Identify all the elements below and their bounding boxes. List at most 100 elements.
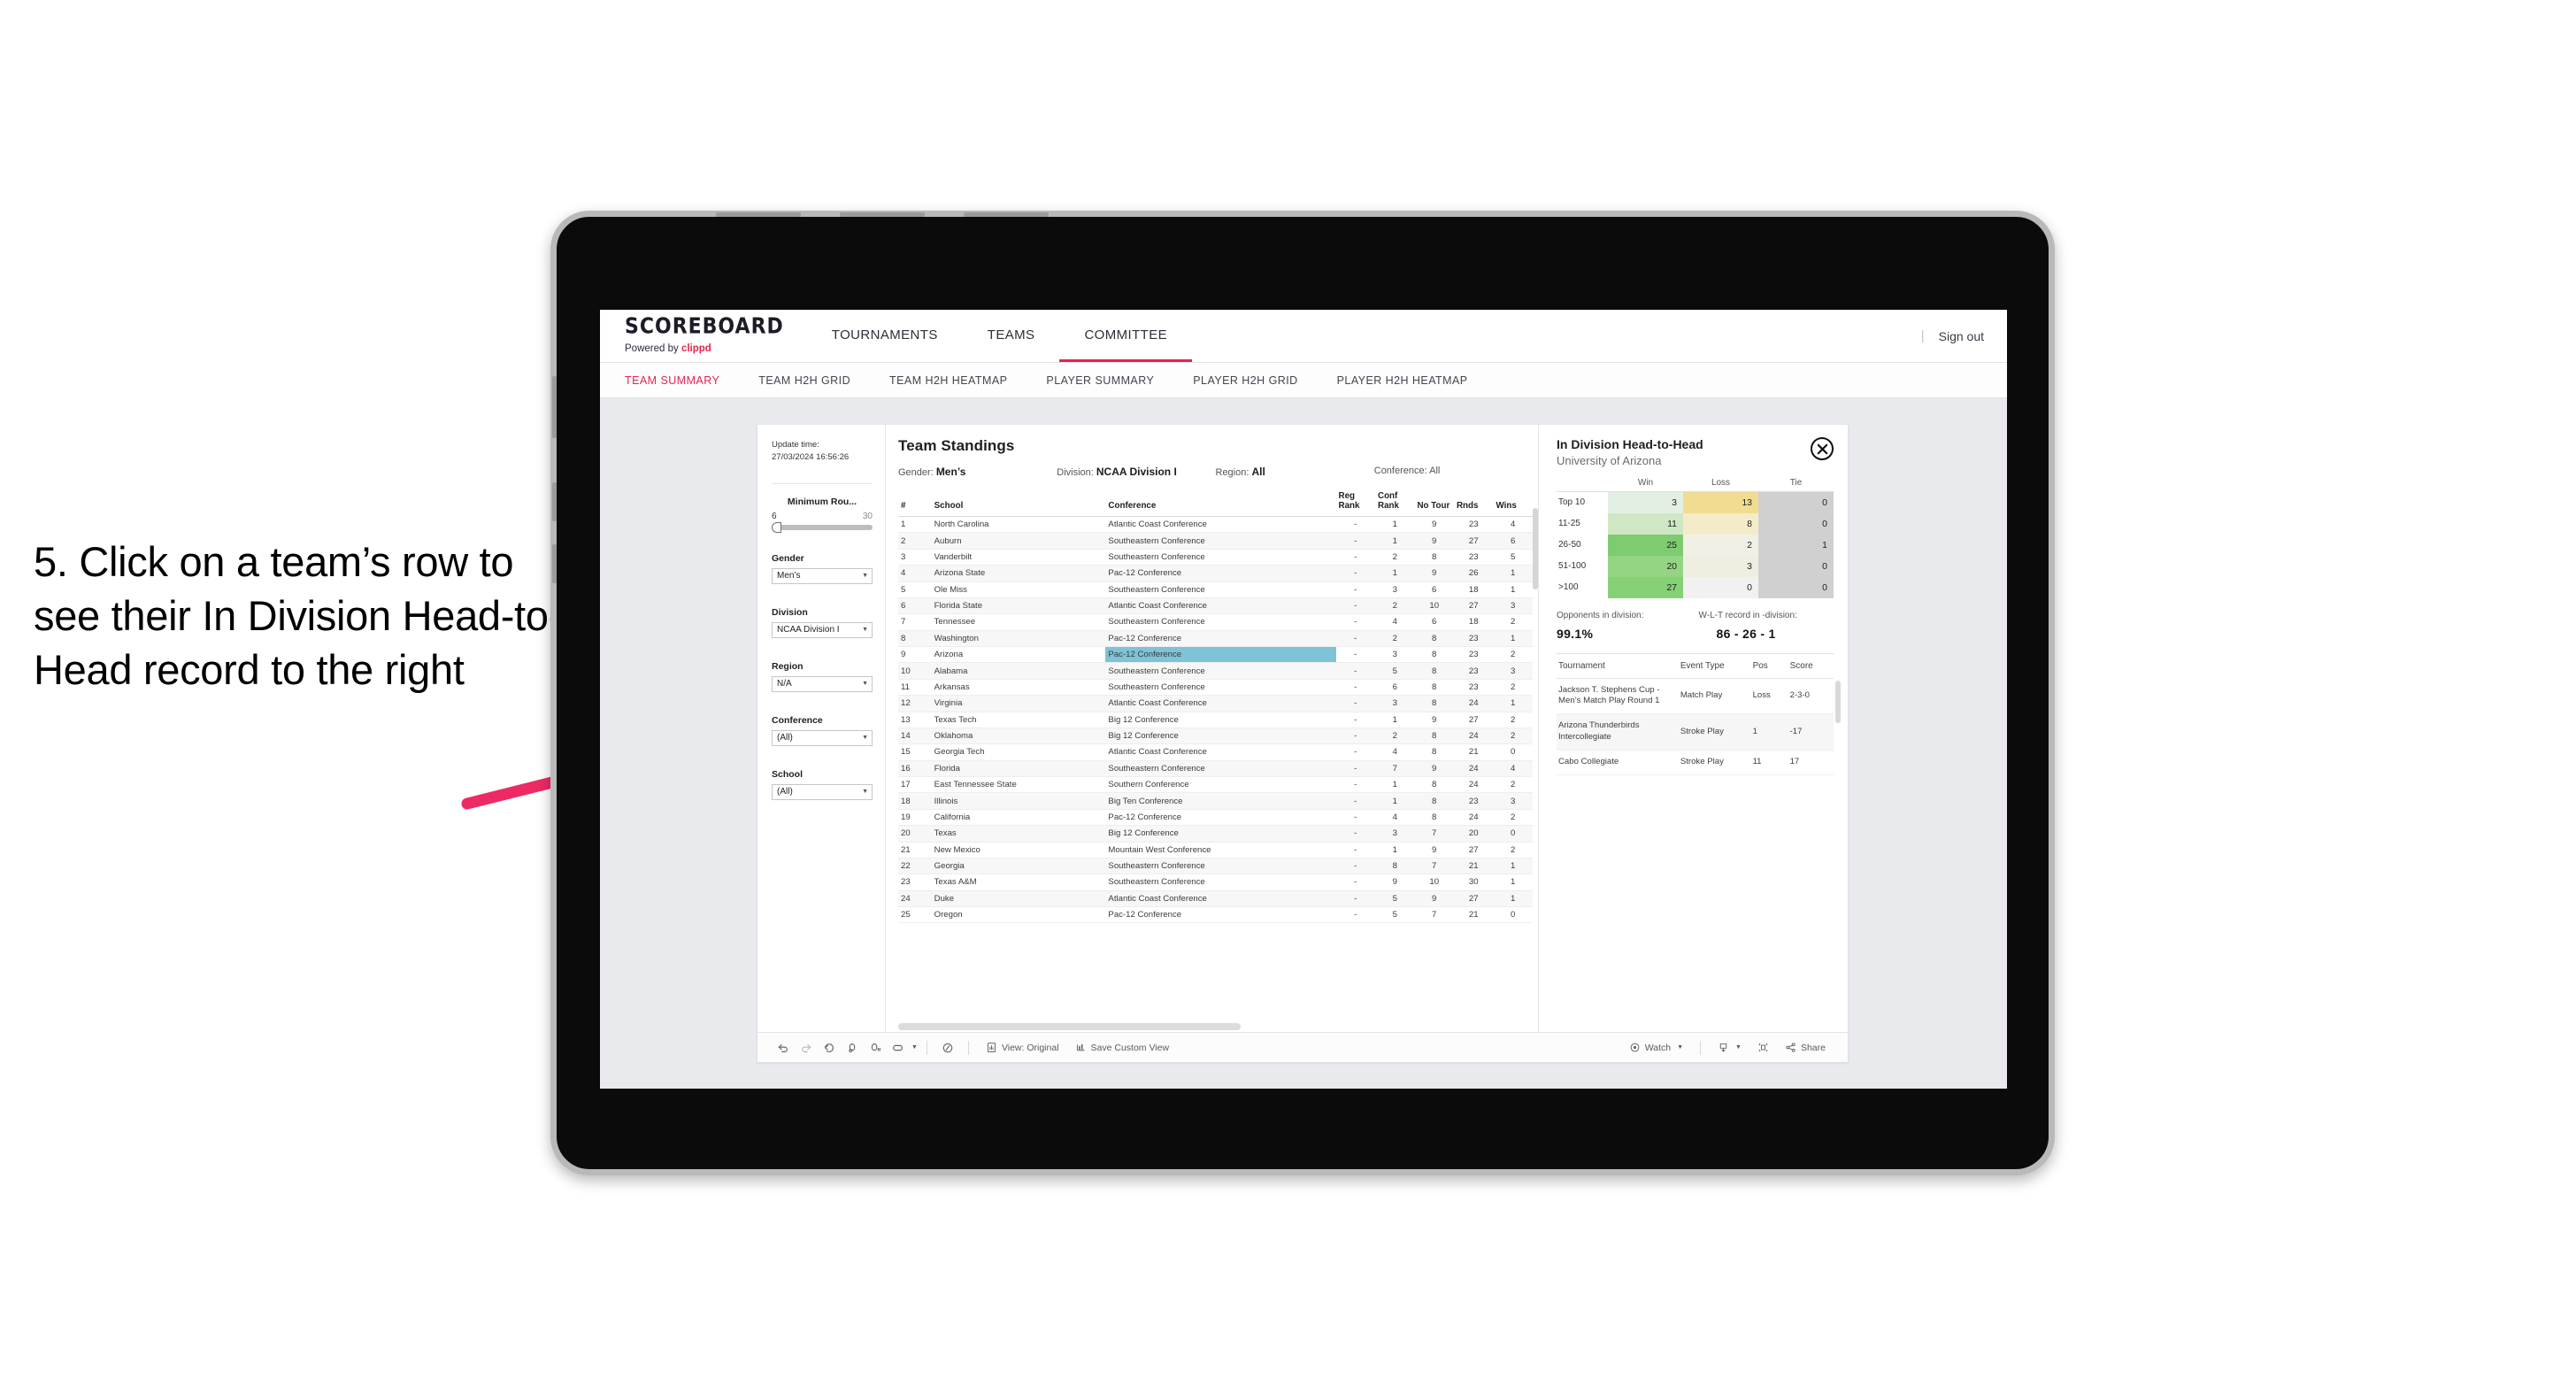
tournament-scrollbar[interactable]: [1835, 680, 1841, 723]
table-row[interactable]: 16 Florida Southeastern Conference -7 9 24 4: [898, 760, 1533, 778]
revert-icon[interactable]: [818, 1042, 841, 1054]
h2h-cell-win[interactable]: 3: [1608, 491, 1683, 513]
tournament-col-score[interactable]: Score: [1788, 653, 1834, 679]
table-row[interactable]: 19 California Pac-12 Conference -4 8 24 2: [898, 809, 1533, 827]
col-header-reg-rank[interactable]: Reg Rank: [1335, 489, 1375, 517]
pause-icon[interactable]: [864, 1042, 887, 1054]
school-select[interactable]: (All) ▼: [772, 783, 873, 800]
save-custom-view-button[interactable]: Save Custom View: [1067, 1042, 1178, 1053]
gender-select[interactable]: Men’s ▼: [772, 567, 873, 584]
h2h-cell-win[interactable]: 20: [1608, 555, 1683, 577]
standings-cell-school: Tennessee: [931, 613, 1106, 631]
sign-out-link[interactable]: Sign out: [1939, 329, 1984, 343]
tournament-col-name[interactable]: Tournament: [1557, 653, 1679, 679]
table-row[interactable]: 18 Illinois Big Ten Conference -1 8 23 3: [898, 792, 1533, 810]
standings-cell-reg-rank: -: [1335, 581, 1375, 598]
table-row[interactable]: 15 Georgia Tech Atlantic Coast Conference -…: [898, 743, 1533, 761]
sub-nav-team-h2h-grid[interactable]: TEAM H2H GRID: [758, 374, 870, 387]
slider-handle[interactable]: [772, 521, 781, 533]
h2h-cell-tie[interactable]: 0: [1758, 555, 1834, 577]
table-row[interactable]: 1 North Carolina Atlantic Coast Conference…: [898, 516, 1533, 534]
table-row[interactable]: 24 Duke Atlantic Coast Conference -5 9 27 1: [898, 890, 1533, 908]
table-row[interactable]: 11 Arkansas Southeastern Conference -6 8 23 2: [898, 679, 1533, 697]
tournament-col-pos[interactable]: Pos: [1750, 653, 1788, 679]
division-select[interactable]: NCAA Division I ▼: [772, 621, 873, 638]
col-header-rnds[interactable]: Rnds: [1453, 489, 1494, 517]
h2h-cell-tie[interactable]: 0: [1758, 491, 1834, 513]
table-row[interactable]: 10 Alabama Southeastern Conference -5 8 23 3: [898, 662, 1533, 680]
table-row[interactable]: 21 New Mexico Mountain West Conference -1 9 2…: [898, 842, 1533, 859]
table-row[interactable]: 20 Texas Big 12 Conference -3 7 20 0: [898, 825, 1533, 843]
pause-playback-icon[interactable]: [936, 1042, 959, 1054]
h2h-cell-tie[interactable]: 0: [1758, 512, 1834, 535]
col-header-conf-rank[interactable]: Conf Rank: [1375, 489, 1415, 517]
sub-nav-team-summary[interactable]: TEAM SUMMARY: [625, 374, 739, 387]
h2h-cell-win[interactable]: 27: [1608, 576, 1683, 598]
table-row[interactable]: 8 Washington Pac-12 Conference -2 8 23 1: [898, 630, 1533, 648]
brand-title: SCOREBOARD: [625, 314, 784, 340]
table-row[interactable]: 25 Oregon Pac-12 Conference -5 7 21 0: [898, 906, 1533, 924]
header-divider: |: [1920, 328, 1925, 343]
table-row[interactable]: 3 Vanderbilt Southeastern Conference -2 8 23 5: [898, 549, 1533, 566]
table-row[interactable]: 13 Texas Tech Big 12 Conference -1 9 27 2: [898, 712, 1533, 728]
device-icon[interactable]: [887, 1042, 910, 1054]
top-nav-teams[interactable]: TEAMS: [963, 310, 1060, 362]
tournament-row[interactable]: Cabo Collegiate Stroke Play 11 17: [1557, 750, 1834, 776]
standings-cell-rank: 4: [898, 565, 932, 582]
h2h-cell-tie[interactable]: 1: [1758, 534, 1834, 556]
col-header-conference[interactable]: Conference: [1105, 489, 1336, 517]
h2h-cell-loss[interactable]: 2: [1683, 534, 1758, 556]
sub-nav-player-h2h-heatmap[interactable]: PLAYER H2H HEATMAP: [1337, 374, 1488, 387]
download-button[interactable]: ▼: [1710, 1042, 1749, 1053]
tournament-col-type[interactable]: Event Type: [1678, 653, 1751, 679]
h2h-cell-win[interactable]: 25: [1608, 534, 1683, 556]
region-select[interactable]: N/A ▼: [772, 675, 873, 692]
table-row[interactable]: 7 Tennessee Southeastern Conference -4 6 18 2: [898, 613, 1533, 631]
h2h-cell-loss[interactable]: 0: [1683, 576, 1758, 598]
tournament-row[interactable]: Arizona Thunderbirds Intercollegiate Stro…: [1557, 713, 1834, 751]
sub-nav-team-h2h-heatmap[interactable]: TEAM H2H HEATMAP: [889, 374, 1027, 387]
top-nav-committee[interactable]: COMMITTEE: [1059, 310, 1193, 362]
refresh-icon[interactable]: [841, 1042, 864, 1054]
table-row[interactable]: 4 Arizona State Pac-12 Conference -1 9 26 1: [898, 565, 1533, 582]
table-horizontal-scrollbar[interactable]: [898, 1023, 1242, 1030]
table-row[interactable]: 5 Ole Miss Southeastern Conference -3 6 18 1: [898, 581, 1533, 598]
undo-icon[interactable]: [772, 1042, 795, 1054]
col-header-no-tour[interactable]: No Tour: [1414, 489, 1454, 517]
table-row[interactable]: 17 East Tennessee State Southern Conferenc…: [898, 776, 1533, 794]
h2h-cell-loss[interactable]: 8: [1683, 512, 1758, 535]
close-icon[interactable]: [1811, 437, 1834, 460]
col-header-school[interactable]: School: [931, 489, 1106, 517]
col-header-rank[interactable]: #: [898, 489, 932, 517]
tournament-cell-type: Match Play: [1678, 678, 1751, 715]
minimum-rounds-slider[interactable]: [772, 521, 873, 533]
col-header-wins[interactable]: Wins: [1493, 489, 1533, 517]
share-button[interactable]: Share: [1777, 1042, 1834, 1053]
table-row[interactable]: 6 Florida State Atlantic Coast Conference -…: [898, 597, 1533, 615]
meta-division: Division: NCAA Division I: [1057, 466, 1215, 478]
table-row[interactable]: 14 Oklahoma Big 12 Conference -2 8 24 2: [898, 728, 1533, 745]
standings-cell-wins: 4: [1493, 516, 1533, 534]
h2h-cell-win[interactable]: 11: [1608, 512, 1683, 535]
redo-icon[interactable]: [795, 1042, 818, 1054]
table-row[interactable]: 23 Texas A&M Southeastern Conference -9 10 30…: [898, 874, 1533, 891]
conference-select[interactable]: (All) ▼: [772, 729, 873, 746]
sub-nav-player-summary[interactable]: PLAYER SUMMARY: [1046, 374, 1173, 387]
chevron-down-icon[interactable]: ▼: [911, 1044, 918, 1051]
table-row[interactable]: 22 Georgia Southeastern Conference -8 7 21 1: [898, 858, 1533, 875]
table-row[interactable]: 9 Arizona Pac-12 Conference -3 8 23 2: [898, 646, 1533, 664]
h2h-cell-loss[interactable]: 3: [1683, 555, 1758, 577]
top-nav-tournaments[interactable]: TOURNAMENTS: [807, 310, 963, 362]
watch-button[interactable]: Watch ▼: [1621, 1042, 1691, 1053]
table-row[interactable]: 12 Virginia Atlantic Coast Conference -3 8 24…: [898, 695, 1533, 712]
h2h-cell-loss[interactable]: 13: [1683, 491, 1758, 513]
tournament-row[interactable]: Jackson T. Stephens Cup - Men’s Match Pl…: [1557, 678, 1834, 715]
sub-nav-player-h2h-grid[interactable]: PLAYER H2H GRID: [1193, 374, 1317, 387]
opponents-value: 99.1%: [1557, 626, 1594, 641]
view-original-button[interactable]: View: Original: [978, 1042, 1067, 1053]
standings-cell-wins: 2: [1493, 679, 1533, 697]
fullscreen-button[interactable]: [1749, 1042, 1777, 1053]
h2h-cell-tie[interactable]: 0: [1758, 576, 1834, 598]
table-row[interactable]: 2 Auburn Southeastern Conference -1 9 27 6: [898, 532, 1533, 550]
h2h-panel-titles: In Division Head-to-Head University of A…: [1557, 437, 1703, 467]
